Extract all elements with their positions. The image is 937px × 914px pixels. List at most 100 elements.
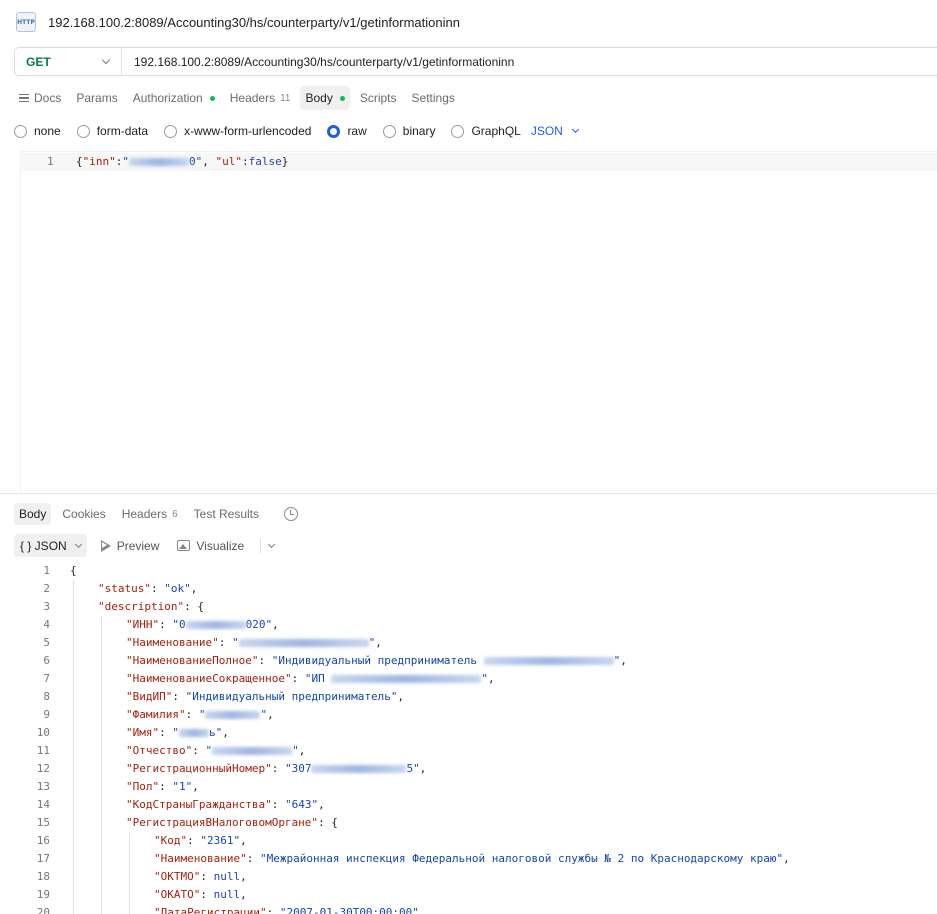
indent-guide — [101, 778, 102, 796]
line-number: 18 — [36, 870, 50, 883]
format-select[interactable]: { } JSON — [14, 534, 87, 557]
json-key: "ВидИП" — [126, 690, 173, 703]
radio-button[interactable] — [382, 124, 396, 138]
json-key: "Код" — [154, 834, 188, 847]
response-tab-test-results[interactable]: Test Results — [189, 503, 264, 525]
redacted-value — [331, 675, 482, 683]
indent-guide — [73, 688, 74, 706]
code-line: 4 "ИНН": "0 020", — [0, 616, 937, 634]
tab-headers[interactable]: Headers 11 — [230, 86, 291, 110]
json-value: "ok" — [164, 582, 191, 595]
json-punct: : — [246, 852, 260, 865]
json-value: " — [205, 744, 213, 757]
response-body-viewer[interactable]: 1{2 "status": "ok", 3 "description": {4 "ИНН… — [0, 562, 937, 914]
indent-guide — [73, 850, 74, 868]
radio-raw[interactable]: raw — [327, 124, 367, 138]
indent-guide — [101, 742, 102, 760]
response-tab-cookies[interactable]: Cookies — [57, 503, 110, 525]
tab-scripts[interactable]: Scripts — [360, 86, 397, 110]
json-punct: : — [258, 654, 272, 667]
json-value: null — [213, 870, 241, 883]
line-number: 7 — [43, 672, 50, 685]
json-punct: , — [397, 690, 405, 703]
indent-guide — [73, 742, 74, 760]
json-key: "Наименование" — [126, 636, 219, 649]
code-line: 19 "ОКАТО": null, — [0, 886, 937, 904]
indent-guide — [129, 904, 130, 914]
tab-authorization[interactable]: Authorization — [133, 86, 215, 110]
radio-button[interactable] — [327, 124, 341, 138]
chevron-down-icon — [571, 125, 579, 134]
json-value: 5" — [406, 762, 420, 775]
code-line: 18 "ОКТМО": null, — [0, 868, 937, 886]
request-body-editor[interactable]: 1 {"inn":" 0", "ul":false} — [20, 151, 937, 493]
preview-button[interactable]: Preview — [97, 534, 164, 557]
line-number: 6 — [43, 654, 50, 667]
radio-button[interactable] — [76, 124, 90, 138]
json-punct: : — [271, 762, 285, 775]
json-key: "Имя" — [126, 726, 160, 739]
code-text: "description": { — [98, 598, 204, 616]
redacted-value — [205, 711, 261, 719]
indent-guide — [73, 634, 74, 652]
response-toolbar: { } JSON Preview Visualize — [14, 534, 276, 557]
indent-guide — [73, 598, 74, 616]
pane-divider[interactable] — [0, 493, 937, 494]
code-text: "Пол": "1", — [126, 778, 199, 796]
json-punct: , — [272, 618, 279, 631]
json-value: "2007-01-30T00:00:00" — [279, 906, 419, 914]
indent-guide — [101, 850, 102, 868]
radio-button[interactable] — [14, 124, 27, 138]
title-bar: HTTP 192.168.100.2:8089/Accounting30/hs/… — [0, 0, 937, 44]
code-line: 2 "status": "ok", — [0, 580, 937, 598]
json-value: "ИП — [304, 672, 332, 685]
radio-binary[interactable]: binary — [382, 124, 435, 138]
json-punct: { — [70, 564, 77, 577]
language-select[interactable]: JSON — [531, 124, 579, 138]
tab-params[interactable]: Params — [76, 86, 117, 110]
request-title[interactable]: 192.168.100.2:8089/Accounting30/hs/count… — [48, 15, 460, 30]
json-punct: , — [240, 870, 247, 883]
image-icon — [177, 540, 191, 551]
json-punct: : — [159, 780, 173, 793]
url-input[interactable] — [134, 54, 894, 69]
radio-x-www-form-urlencoded[interactable]: x-www-form-urlencoded — [164, 124, 311, 138]
json-key: "РегистрацияВНалоговомОргане" — [126, 816, 319, 829]
code-line: 16 "Код": "2361", — [0, 832, 937, 850]
radio-form-data[interactable]: form-data — [76, 124, 148, 138]
json-punct: : — [266, 906, 280, 914]
json-punct: : — [192, 744, 206, 757]
json-punct: , — [487, 672, 495, 685]
chevron-down-icon — [74, 540, 82, 548]
response-tab-body[interactable]: Body — [14, 503, 52, 525]
tab-body[interactable]: Body — [300, 86, 350, 110]
tab-docs[interactable]: Docs — [19, 86, 61, 110]
radio-button[interactable] — [451, 124, 465, 138]
indent-guide — [73, 706, 74, 724]
play-icon — [100, 539, 111, 552]
radio-graphql[interactable]: GraphQL — [451, 124, 521, 138]
response-tab-headers[interactable]: Headers 6 — [117, 503, 183, 525]
indent-guide — [73, 580, 74, 598]
tab-settings[interactable]: Settings — [412, 86, 455, 110]
json-punct: , — [620, 654, 627, 667]
json-value: "307 — [284, 762, 312, 775]
redacted-value — [238, 639, 369, 647]
radio-button[interactable] — [164, 124, 178, 138]
json-key: "КодСтраныГражданства" — [126, 798, 272, 811]
json-punct: , — [190, 582, 198, 595]
line-number: 12 — [36, 762, 50, 775]
chevron-down-icon[interactable] — [268, 540, 276, 548]
history-icon[interactable] — [284, 507, 298, 521]
line-number: 16 — [36, 834, 50, 847]
visualize-button[interactable]: Visualize — [173, 534, 248, 557]
code-line: 7 "НаименованиеСокращенное": "ИП ", — [0, 670, 937, 688]
line-number: 13 — [36, 780, 50, 793]
code-line: 10 "Имя": " ь", — [0, 724, 937, 742]
indent-guide — [101, 724, 102, 742]
line-number: 5 — [43, 636, 50, 649]
radio-none[interactable]: none — [14, 124, 61, 138]
code-line: 8 "ВидИП": "Индивидуальный предпринимател… — [0, 688, 937, 706]
method-select[interactable]: GET — [15, 48, 122, 75]
request-body-code[interactable]: {"inn":" 0", "ul":false} — [76, 155, 288, 168]
